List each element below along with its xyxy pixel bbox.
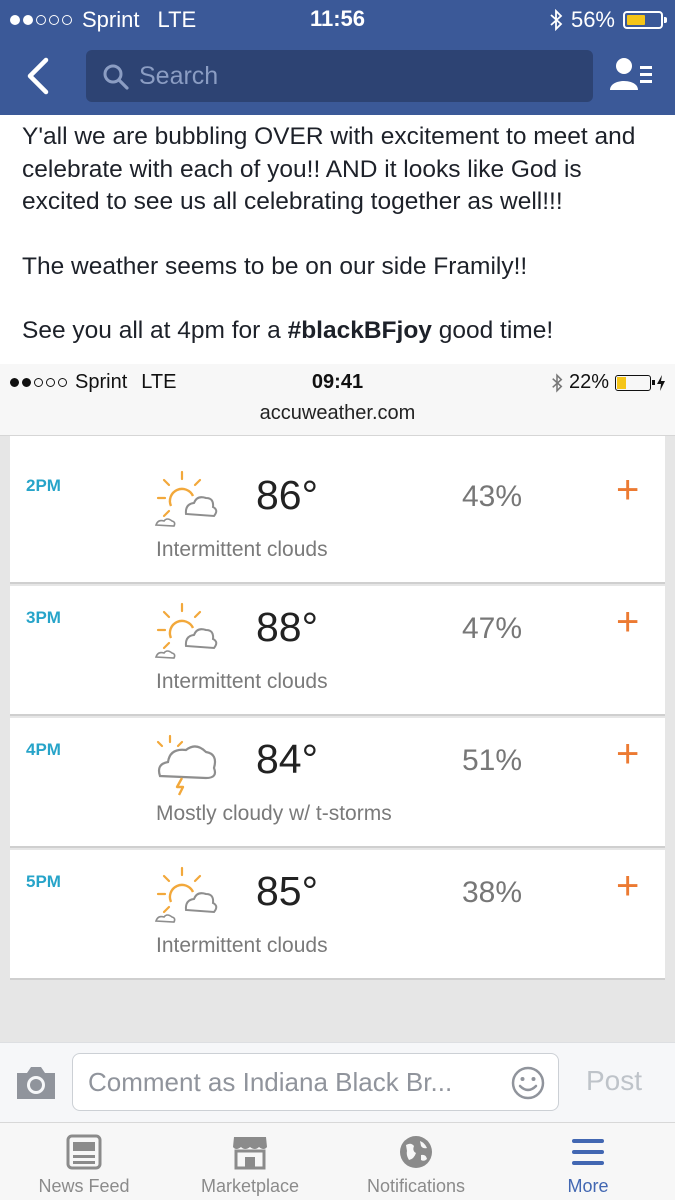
post-comment-button[interactable]: Post bbox=[586, 1065, 642, 1097]
marketplace-icon bbox=[233, 1137, 267, 1170]
embedded-url: accuweather.com bbox=[259, 402, 416, 424]
search-placeholder: Search bbox=[139, 62, 219, 90]
bluetooth-icon bbox=[550, 9, 563, 31]
post-paragraph: The weather seems to be on our side Fram… bbox=[22, 252, 528, 280]
battery-percent: 56% bbox=[570, 7, 615, 32]
tab-label: Marketplace bbox=[200, 1176, 300, 1196]
post-text-segment: good time! bbox=[431, 317, 554, 344]
condition-text: Intermittent clouds bbox=[156, 934, 328, 957]
embedded-battery-info: 22% bbox=[551, 371, 665, 394]
menu-icon bbox=[572, 1139, 604, 1165]
temperature: 88° bbox=[256, 604, 319, 650]
post-paragraph: See you all at 4pm for a #blackBFjoy goo… bbox=[22, 315, 662, 348]
news-feed-icon bbox=[66, 1134, 102, 1170]
hourly-row[interactable]: 3PM 88° 47% + Intermittent clouds bbox=[10, 586, 665, 716]
search-input[interactable]: Search bbox=[86, 50, 593, 102]
expand-button[interactable]: + bbox=[616, 864, 639, 909]
post-text-segment: See you all at 4pm for a bbox=[22, 317, 288, 344]
precipitation-chance: 38% bbox=[462, 876, 523, 909]
condition-text: Mostly cloudy w/ t-storms bbox=[156, 802, 392, 825]
tab-news-feed[interactable]: News Feed bbox=[0, 1123, 168, 1200]
partly-sunny-icon bbox=[152, 866, 222, 928]
hour-label: 2PM bbox=[26, 476, 61, 495]
tab-more[interactable]: More bbox=[504, 1123, 672, 1200]
camera-icon[interactable] bbox=[14, 1063, 58, 1103]
hour-label: 3PM bbox=[26, 608, 61, 627]
partly-sunny-icon bbox=[152, 470, 222, 532]
post-body: Y'all we are bubbling OVER with exciteme… bbox=[22, 121, 662, 348]
chevron-left-icon bbox=[27, 57, 49, 95]
expand-button[interactable]: + bbox=[616, 600, 639, 645]
tab-bar: News Feed Marketplace Notifications More bbox=[0, 1122, 675, 1200]
person-list-icon bbox=[610, 58, 652, 90]
post-image[interactable]: Sprint LTE 09:41 22% accuweather.com 2PM… bbox=[0, 364, 675, 1042]
hourly-row[interactable]: 2PM 86° 43% + Intermittent clouds bbox=[10, 454, 665, 584]
battery-info: 56% bbox=[549, 7, 667, 33]
post-paragraph: Y'all we are bubbling OVER with exciteme… bbox=[22, 123, 636, 215]
back-button[interactable] bbox=[20, 54, 60, 98]
nav-row: Search bbox=[0, 48, 675, 104]
globe-icon bbox=[400, 1136, 432, 1168]
precipitation-chance: 43% bbox=[462, 480, 523, 513]
condition-text: Intermittent clouds bbox=[156, 436, 328, 440]
tab-label: More bbox=[567, 1176, 609, 1196]
hourly-forecast-list: 85°43%+Intermittent clouds2PM 86°43%+Int… bbox=[10, 436, 665, 1042]
condition-text: Intermittent clouds bbox=[156, 538, 328, 561]
hour-label: 5PM bbox=[26, 872, 61, 891]
bluetooth-icon bbox=[552, 372, 563, 393]
comment-input[interactable]: Comment as Indiana Black Br... bbox=[72, 1053, 559, 1111]
charging-icon bbox=[657, 374, 665, 391]
partly-sunny-icon bbox=[152, 602, 222, 664]
smiley-icon[interactable] bbox=[510, 1065, 546, 1101]
status-bar: Sprint LTE 11:56 56% bbox=[0, 0, 675, 38]
friend-requests-button[interactable] bbox=[606, 54, 658, 98]
battery-icon bbox=[615, 374, 655, 391]
search-icon bbox=[103, 64, 129, 90]
facebook-header: Sprint LTE 11:56 56% Search bbox=[0, 0, 675, 115]
hashtag-link[interactable]: #blackBFjoy bbox=[288, 317, 432, 344]
expand-button[interactable]: + bbox=[616, 468, 639, 513]
tab-notifications[interactable]: Notifications bbox=[332, 1123, 500, 1200]
thunderstorm-icon bbox=[152, 734, 222, 796]
battery-icon bbox=[623, 11, 667, 29]
comment-placeholder: Comment as Indiana Black Br... bbox=[88, 1067, 453, 1097]
precipitation-chance: 47% bbox=[462, 612, 523, 645]
tab-marketplace[interactable]: Marketplace bbox=[166, 1123, 334, 1200]
comment-bar: Comment as Indiana Black Br... Post bbox=[0, 1042, 675, 1122]
temperature: 84° bbox=[256, 736, 319, 782]
hour-label: 4PM bbox=[26, 740, 61, 759]
embedded-status-bar: Sprint LTE 09:41 22% accuweather.com bbox=[0, 364, 675, 436]
expand-button[interactable]: + bbox=[616, 732, 639, 777]
hourly-row[interactable]: 4PM 84° 51% + Mostly cloudy w/ t-storms bbox=[10, 718, 665, 848]
tab-label: News Feed bbox=[38, 1176, 130, 1196]
tab-label: Notifications bbox=[366, 1176, 466, 1196]
temperature: 86° bbox=[256, 472, 319, 518]
precipitation-chance: 51% bbox=[462, 744, 523, 777]
temperature: 85° bbox=[256, 868, 319, 914]
condition-text: Intermittent clouds bbox=[156, 670, 328, 693]
embedded-battery-percent: 22% bbox=[568, 371, 609, 393]
hourly-row[interactable]: 5PM 85° 38% + Intermittent clouds bbox=[10, 850, 665, 980]
